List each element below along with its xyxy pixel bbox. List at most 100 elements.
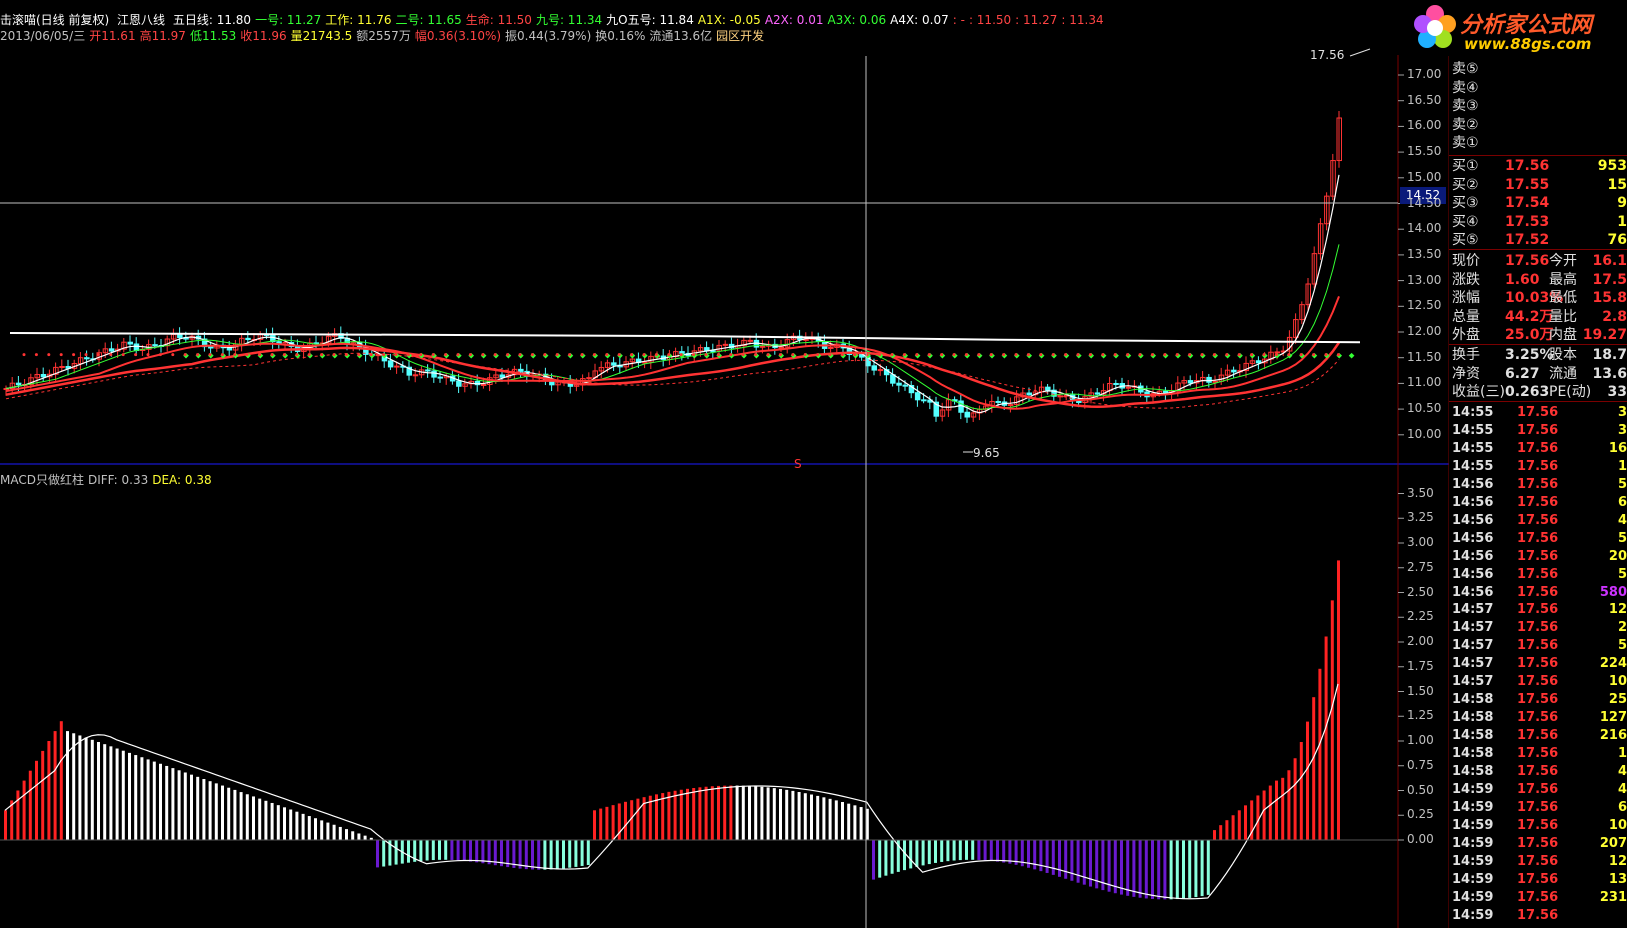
signal-dot: [47, 353, 51, 357]
macd-bar: [667, 791, 671, 840]
candle-body: [1094, 392, 1101, 395]
header-item: A2X: 0.01: [764, 13, 824, 27]
macd-bar: [258, 798, 262, 840]
header-item: 九O五号: 11.84: [606, 13, 694, 27]
signal-dot: [493, 353, 497, 357]
quote-line: 2013/06/05/三 开11.61 高11.97 低11.53 收11.96 量217…: [0, 28, 1420, 44]
signal-dot: [630, 353, 634, 357]
tick-volume: 6: [1617, 799, 1627, 815]
macd-bar: [357, 833, 361, 840]
tick-price: 17.56: [1517, 638, 1559, 654]
candle-body: [84, 357, 90, 360]
stat-label: 收益(三): [1452, 384, 1505, 401]
macd-bar: [196, 776, 200, 840]
tick-volume: 5: [1617, 566, 1627, 582]
logo-url: www.88gs.com: [1464, 35, 1592, 53]
macd-bar: [698, 787, 702, 840]
tick-price: 17.56: [1517, 799, 1559, 815]
signal-dot: [332, 353, 336, 357]
header-item: 2013/06/05/三: [0, 29, 86, 43]
stat-value: 3.25%: [1505, 347, 1554, 363]
macd-bar: [1163, 840, 1167, 900]
macd-bar: [952, 840, 956, 861]
signal-dot: [1051, 353, 1055, 357]
tick-price: 17.56: [1517, 476, 1559, 492]
signal-dot: [1126, 353, 1130, 357]
macd-bar: [661, 793, 665, 840]
tick-price: 17.56: [1517, 656, 1559, 672]
candle-body: [133, 343, 140, 352]
signal-dot: [22, 353, 26, 357]
macd-tick-label: 0.00: [1407, 832, 1434, 846]
macd-bar: [171, 768, 175, 840]
macd-bar: [165, 765, 169, 840]
macd-bar: [1002, 840, 1006, 863]
macd-bar: [735, 785, 739, 840]
candle-body: [1026, 392, 1032, 396]
signal-dot: [617, 353, 621, 357]
tick-time: 14:56: [1452, 548, 1494, 564]
tick-time: 14:55: [1452, 422, 1494, 438]
signal-dot: [307, 353, 311, 357]
signal-dot: [989, 353, 993, 357]
macd-bar: [1064, 840, 1068, 879]
macd-bar: [574, 840, 578, 867]
signal-dot: [406, 353, 410, 357]
tick-price: 17.56: [1517, 907, 1559, 923]
macd-bar: [227, 787, 231, 840]
signal-dot: [394, 353, 398, 357]
candle-body: [877, 369, 884, 372]
macd-bar: [927, 840, 931, 865]
tick-volume: 25: [1608, 692, 1627, 708]
signal-dot: [444, 353, 448, 357]
header-item: 一号: 11.27: [255, 13, 322, 27]
stat-value: 17.5: [1592, 271, 1627, 288]
tick-time: 14:59: [1452, 799, 1494, 815]
macd-bar: [289, 809, 293, 840]
macd-bar: [655, 794, 658, 840]
header-item: A3X: 0.06: [827, 13, 887, 27]
macd-bar: [252, 796, 255, 840]
macd-bar: [543, 840, 547, 870]
ask-level-label: 卖②: [1452, 116, 1479, 133]
macd-bar: [686, 788, 689, 840]
macd-bar: [1076, 840, 1080, 883]
macd-bar: [562, 840, 565, 869]
tick-time: 14:56: [1452, 494, 1494, 510]
price-tick-label: 16.50: [1407, 92, 1442, 107]
signal-dot: [1039, 353, 1043, 357]
macd-bar: [803, 793, 807, 840]
macd-bar: [822, 797, 826, 840]
tick-time: 14:56: [1452, 512, 1494, 528]
tick-volume: 10: [1608, 817, 1627, 833]
macd-bar: [121, 750, 125, 840]
price-tick-label: 17.00: [1407, 67, 1442, 81]
macd-bar: [239, 792, 243, 840]
macd-bar: [586, 840, 590, 865]
macd-bar: [1175, 840, 1179, 900]
tick-volume: 1: [1617, 458, 1627, 474]
price-tick-label: 11.50: [1407, 349, 1442, 364]
signal-dot: [134, 353, 138, 357]
macd-bar: [1287, 770, 1291, 840]
macd-bar: [301, 813, 305, 840]
signal-dot: [320, 353, 324, 357]
macd-bar: [1144, 840, 1148, 899]
stat-label: 外盘: [1452, 327, 1480, 344]
stat-label: 净资: [1452, 365, 1480, 382]
signal-dot: [481, 353, 485, 357]
signal-dot: [1287, 353, 1291, 357]
tick-volume: 5: [1617, 638, 1627, 654]
stock-chart[interactable]: [0, 0, 1449, 928]
candle-body: [1057, 395, 1063, 398]
macd-bar: [580, 840, 584, 866]
price-tick-label: 15.00: [1407, 169, 1442, 184]
macd-bar: [1275, 780, 1278, 840]
stat-label: 内盘: [1549, 327, 1577, 344]
macd-bar: [772, 788, 776, 840]
signal-dot: [506, 353, 510, 357]
tick-price: 17.56: [1517, 584, 1559, 600]
macd-header: MACD只做红柱 DIFF: 0.33 DEA: 0.38: [0, 472, 600, 488]
bid-volume: 1: [1617, 213, 1627, 230]
macd-bar: [760, 786, 764, 840]
